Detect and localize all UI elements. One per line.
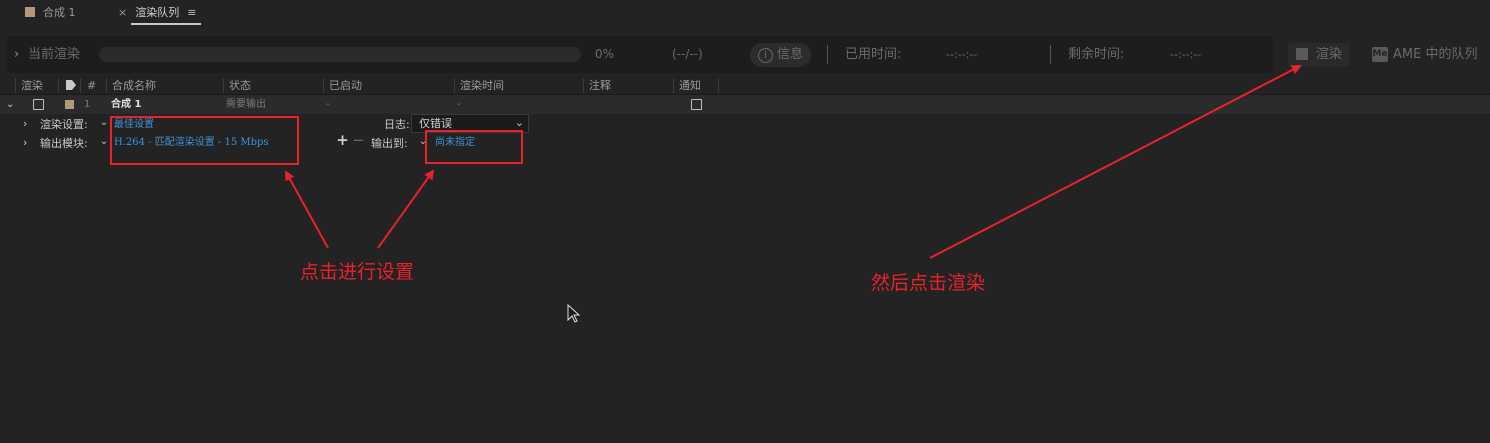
annotation-arrows [285, 65, 1302, 259]
arrow-to-render-button [929, 65, 1302, 259]
annotation-render-note: 然后点击渲染 [871, 272, 986, 294]
annotation-settings-note: 点击进行设置 [300, 261, 415, 283]
mouse-cursor-icon [567, 304, 581, 323]
render-queue-panel: 合成 1 × 渲染队列 ≡ › 当前渲染 0% (--/--) i 信息 已用时间: … [0, 0, 1490, 443]
arrow-to-settings [285, 170, 329, 249]
arrow-to-output [377, 169, 435, 249]
